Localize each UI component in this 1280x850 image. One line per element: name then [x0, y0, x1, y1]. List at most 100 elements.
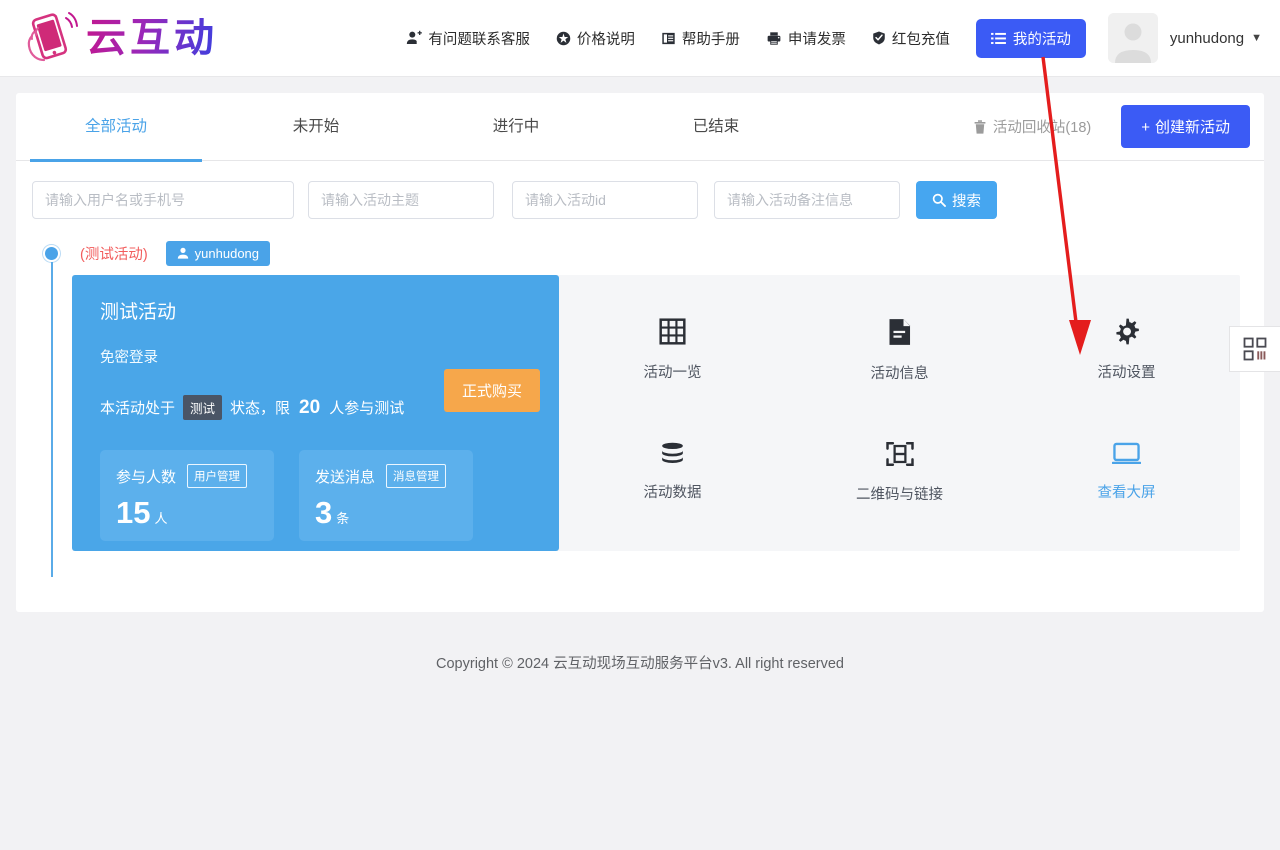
nav-label: 红包充值 — [891, 31, 950, 48]
action-qrcode-and-link[interactable]: 二维码与链接 — [856, 441, 943, 504]
document-icon — [889, 318, 910, 345]
tab-bar-actions: 活动回收站(18) + 创建新活动 — [974, 105, 1250, 148]
gear-icon — [1116, 318, 1139, 345]
action-label: 活动数据 — [643, 485, 702, 501]
stat-label: 参与人数 — [116, 468, 177, 486]
activity-body: 测试活动 免密登录 本活动处于 测试 状态，限 20 人参与测试 正式购买 参与… — [72, 275, 1240, 551]
tab-ended[interactable]: 已结束 — [616, 93, 816, 161]
activity-list: (测试活动) yunhudong 测试活动 免密登录 本活动处于 测试 状态，限… — [16, 237, 1264, 577]
timeline-dot — [43, 245, 60, 262]
message-management-button[interactable]: 消息管理 — [386, 464, 447, 488]
activity-header: (测试活动) yunhudong — [24, 237, 1264, 269]
monitor-icon — [1112, 442, 1141, 465]
username-label: yunhudong — [1169, 29, 1245, 47]
chevron-down-icon: ▼ — [1251, 32, 1262, 44]
my-activity-button[interactable]: 我的活动 — [975, 18, 1086, 58]
action-activity-data[interactable]: 活动数据 — [644, 442, 702, 502]
create-activity-button[interactable]: + 创建新活动 — [1121, 105, 1250, 148]
user-menu[interactable]: yunhudong ▼ — [1107, 13, 1262, 63]
activity-card: 测试活动 免密登录 本活动处于 测试 状态，限 20 人参与测试 正式购买 参与… — [72, 275, 559, 551]
nav-item-contact-support[interactable]: 有问题联系客服 — [406, 28, 530, 49]
recycle-bin-button[interactable]: 活动回收站(18) — [974, 116, 1091, 137]
tab-not-started[interactable]: 未开始 — [216, 93, 416, 161]
search-input-topic[interactable] — [308, 181, 494, 219]
stat-value-wrap: 15 人 — [116, 497, 258, 528]
top-header: 云互动 有问题联系客服 价格说明 帮助手册 申请发票 红包充值 我的活动 yun… — [0, 0, 1280, 77]
recycle-bin-label: 活动回收站(18) — [992, 120, 1092, 136]
magnifier-icon — [932, 193, 946, 207]
search-input-note[interactable] — [714, 181, 900, 219]
stat-header: 参与人数 用户管理 — [116, 464, 258, 488]
qr-scan-icon — [885, 441, 914, 466]
search-input-activity-id[interactable] — [512, 181, 698, 219]
stat-header: 发送消息 消息管理 — [315, 464, 457, 488]
search-button-label: 搜索 — [952, 193, 981, 210]
footer: Copyright © 2024 云互动现场互动服务平台v3. All righ… — [0, 652, 1280, 673]
status-mid: 状态，限 — [230, 400, 291, 417]
action-label: 活动一览 — [643, 365, 702, 381]
nav-item-help-manual[interactable]: 帮助手册 — [661, 28, 740, 49]
shield-check-icon — [873, 31, 885, 45]
nav-item-invoice[interactable]: 申请发票 — [766, 28, 846, 49]
status-badge: 测试 — [183, 395, 223, 420]
app-root: 云互动 有问题联系客服 价格说明 帮助手册 申请发票 红包充值 我的活动 yun… — [0, 0, 1280, 850]
purchase-button[interactable]: 正式购买 — [443, 369, 540, 412]
filter-bar: 搜索 — [16, 161, 1264, 219]
price-tag-icon — [556, 31, 571, 45]
avatar — [1107, 13, 1158, 63]
status-prefix: 本活动处于 — [100, 400, 176, 417]
activity-action-grid: 活动一览 活动信息 活动设置 活动数据 二维码与链接 查看大屏 — [559, 275, 1240, 551]
stat-unit: 人 — [154, 511, 168, 526]
nav-item-price[interactable]: 价格说明 — [556, 28, 635, 49]
main-panel: 全部活动 未开始 进行中 已结束 活动回收站(18) + 创建新活动 请输入用户… — [16, 93, 1264, 612]
nav-label: 价格说明 — [576, 31, 635, 48]
activity-subtitle: 免密登录 — [100, 350, 158, 366]
nav-label: 帮助手册 — [681, 31, 740, 48]
test-activity-tag: (测试活动) — [80, 246, 148, 263]
nav-label: 有问题联系客服 — [428, 31, 530, 48]
action-label: 二维码与链接 — [856, 486, 943, 503]
copyright-text: Copyright © 2024 云互动现场互动服务平台v3. All righ… — [436, 656, 844, 672]
user-placeholder-icon — [1107, 13, 1158, 63]
action-activity-info[interactable]: 活动信息 — [871, 318, 929, 383]
database-icon — [662, 442, 683, 463]
stat-label: 发送消息 — [315, 468, 376, 486]
nav-item-redpacket-recharge[interactable]: 红包充值 — [872, 28, 950, 49]
stat-value-wrap: 3条 — [315, 497, 457, 528]
plus-icon: + — [1141, 119, 1150, 136]
action-label: 活动设置 — [1097, 365, 1156, 381]
customer-service-icon — [407, 30, 423, 44]
user-icon — [177, 247, 188, 259]
nav-label: 申请发票 — [787, 31, 846, 48]
tab-all-activities[interactable]: 全部活动 — [16, 93, 216, 162]
activity-owner-label: yunhudong — [194, 245, 260, 261]
stat-value: 3 — [315, 495, 333, 530]
logo[interactable]: 云互动 — [22, 10, 218, 66]
trash-icon — [974, 119, 986, 134]
header-nav: 有问题联系客服 价格说明 帮助手册 申请发票 红包充值 我的活动 — [406, 18, 1086, 58]
user-management-button[interactable]: 用户管理 — [187, 464, 248, 488]
action-label: 活动信息 — [870, 365, 929, 382]
tab-ongoing[interactable]: 进行中 — [416, 93, 616, 161]
create-activity-label: 创建新活动 — [1154, 119, 1230, 136]
search-input-user[interactable] — [32, 181, 294, 219]
my-activity-label: 我的活动 — [1012, 31, 1071, 48]
qr-side-widget[interactable] — [1229, 326, 1280, 372]
status-limit-number: 20 — [299, 396, 321, 418]
activity-title: 测试活动 — [100, 302, 177, 323]
hand-holding-phone-icon — [27, 12, 78, 62]
book-icon — [662, 32, 675, 44]
stat-value: 15 — [116, 495, 151, 530]
stat-unit: 条 — [336, 511, 350, 526]
search-button[interactable]: 搜索 — [916, 181, 997, 219]
logo-text: 云互动 — [86, 15, 218, 61]
action-label: 查看大屏 — [1097, 485, 1156, 501]
activity-stats: 参与人数 用户管理 15 人 发送消息 消息管理 3 条 — [100, 450, 531, 541]
action-activity-settings[interactable]: 活动设置 — [1098, 318, 1156, 382]
list-icon — [990, 32, 1006, 44]
timeline-line — [51, 262, 53, 577]
action-activity-overview[interactable]: 活动一览 — [644, 318, 702, 382]
tab-bar: 全部活动 未开始 进行中 已结束 活动回收站(18) + 创建新活动 — [16, 93, 1264, 162]
action-view-big-screen[interactable]: 查看大屏 — [1098, 442, 1156, 502]
grid-icon — [659, 318, 686, 345]
